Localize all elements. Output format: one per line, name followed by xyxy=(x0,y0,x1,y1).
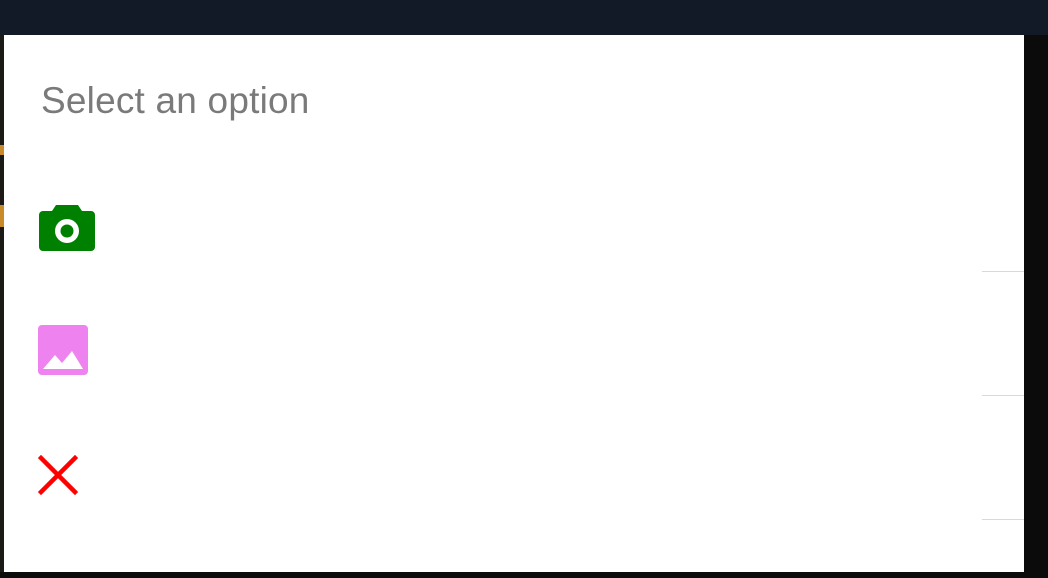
image-icon xyxy=(38,325,88,380)
divider xyxy=(982,519,1024,520)
camera-icon xyxy=(38,202,96,257)
status-bar xyxy=(0,0,1048,35)
option-gallery[interactable] xyxy=(4,272,1024,396)
screen-edge xyxy=(1024,35,1048,578)
option-cancel[interactable] xyxy=(4,396,1024,520)
close-icon xyxy=(37,454,79,500)
sheet-title: Select an option xyxy=(41,80,310,121)
bottom-sheet: Select an option xyxy=(4,35,1024,572)
option-camera[interactable] xyxy=(4,148,1024,272)
screen-edge xyxy=(0,572,1048,578)
